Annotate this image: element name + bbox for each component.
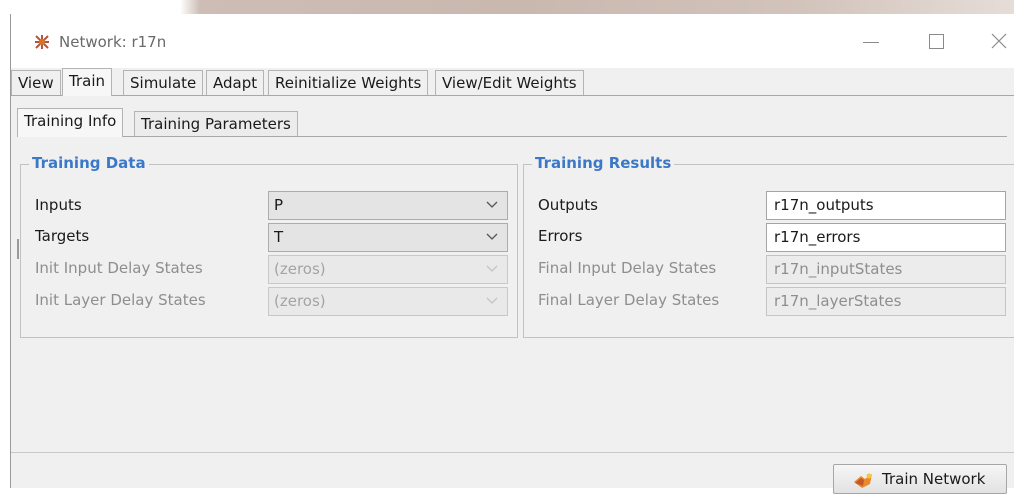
tab-view-edit-weights[interactable]: View/Edit Weights — [435, 70, 584, 95]
tab-adapt-label: Adapt — [213, 74, 258, 92]
outputs-value: r17n_outputs — [774, 196, 874, 214]
minimize-button[interactable] — [849, 26, 893, 56]
init-layer-delay-states-value: (zeros) — [274, 292, 326, 310]
final-input-delay-states-label: Final Input Delay States — [538, 259, 717, 277]
inputs-select[interactable]: P — [268, 191, 508, 220]
tab-view[interactable]: View — [11, 70, 61, 95]
minimize-icon — [863, 42, 879, 43]
tab-view-label: View — [18, 74, 54, 92]
init-layer-delay-states-select: (zeros) — [268, 287, 508, 316]
init-input-delay-states-select: (zeros) — [268, 255, 508, 284]
tab-simulate[interactable]: Simulate — [123, 70, 204, 95]
final-input-delay-states-value: r17n_inputStates — [774, 260, 903, 278]
tab-adapt[interactable]: Adapt — [206, 70, 265, 95]
training-data-title: Training Data — [29, 154, 149, 172]
outputs-label: Outputs — [538, 196, 598, 214]
train-network-label: Train Network — [882, 470, 986, 488]
train-panel: Training Info Training Parameters Traini… — [11, 96, 1014, 494]
errors-value: r17n_errors — [774, 228, 861, 246]
targets-value: T — [274, 228, 284, 246]
targets-label: Targets — [35, 227, 90, 245]
train-network-icon — [854, 473, 872, 488]
close-button[interactable] — [977, 26, 1014, 56]
final-input-delay-states-field: r17n_inputStates — [766, 255, 1006, 284]
background-window-strip — [0, 0, 1014, 14]
errors-label: Errors — [538, 227, 583, 245]
left-edge-mark — [17, 239, 19, 259]
targets-select[interactable]: T — [268, 223, 508, 252]
tab-training-info[interactable]: Training Info — [17, 108, 124, 137]
chevron-down-icon — [486, 201, 498, 208]
tab-train[interactable]: Train — [62, 68, 112, 96]
window-title: Network: r17n — [59, 33, 167, 51]
final-layer-delay-states-field: r17n_layerStates — [766, 287, 1006, 316]
tab-training-parameters[interactable]: Training Parameters — [134, 111, 298, 136]
init-input-delay-states-value: (zeros) — [274, 260, 326, 278]
outputs-field[interactable]: r17n_outputs — [766, 191, 1006, 220]
sub-tab-bar: Training Info Training Parameters — [17, 108, 1007, 137]
tab-train-label: Train — [69, 72, 105, 90]
final-layer-delay-states-value: r17n_layerStates — [774, 292, 902, 310]
train-network-button[interactable]: Train Network — [833, 464, 1007, 494]
title-bar[interactable]: Network: r17n — [11, 14, 1014, 64]
bottom-divider — [11, 452, 1014, 453]
tab-training-info-label: Training Info — [24, 112, 117, 130]
tab-view-edit-weights-label: View/Edit Weights — [442, 74, 577, 92]
inputs-value: P — [274, 196, 284, 214]
network-window: Network: r17n View Train Simulate Adapt … — [10, 14, 1014, 494]
chevron-down-icon — [486, 265, 498, 272]
tab-training-parameters-label: Training Parameters — [141, 115, 291, 133]
init-layer-delay-states-label: Init Layer Delay States — [35, 291, 206, 309]
tab-simulate-label: Simulate — [130, 74, 197, 92]
chevron-down-icon — [486, 233, 498, 240]
training-data-group: Training Data Inputs P Targets T Init In… — [20, 154, 518, 338]
errors-field[interactable]: r17n_errors — [766, 223, 1006, 252]
tab-reinitialize-weights[interactable]: Reinitialize Weights — [268, 70, 429, 95]
training-results-title: Training Results — [532, 154, 675, 172]
close-icon — [991, 33, 1007, 49]
init-input-delay-states-label: Init Input Delay States — [35, 259, 203, 277]
main-tab-bar: View Train Simulate Adapt Reinitialize W… — [11, 68, 1014, 96]
training-results-group: Training Results Outputs r17n_outputs Er… — [523, 154, 1014, 338]
tab-reinitialize-weights-label: Reinitialize Weights — [275, 74, 422, 92]
network-app-icon — [34, 34, 50, 50]
inputs-label: Inputs — [35, 196, 82, 214]
maximize-button[interactable] — [915, 26, 959, 56]
chevron-down-icon — [486, 297, 498, 304]
maximize-icon — [929, 34, 944, 49]
final-layer-delay-states-label: Final Layer Delay States — [538, 291, 720, 309]
